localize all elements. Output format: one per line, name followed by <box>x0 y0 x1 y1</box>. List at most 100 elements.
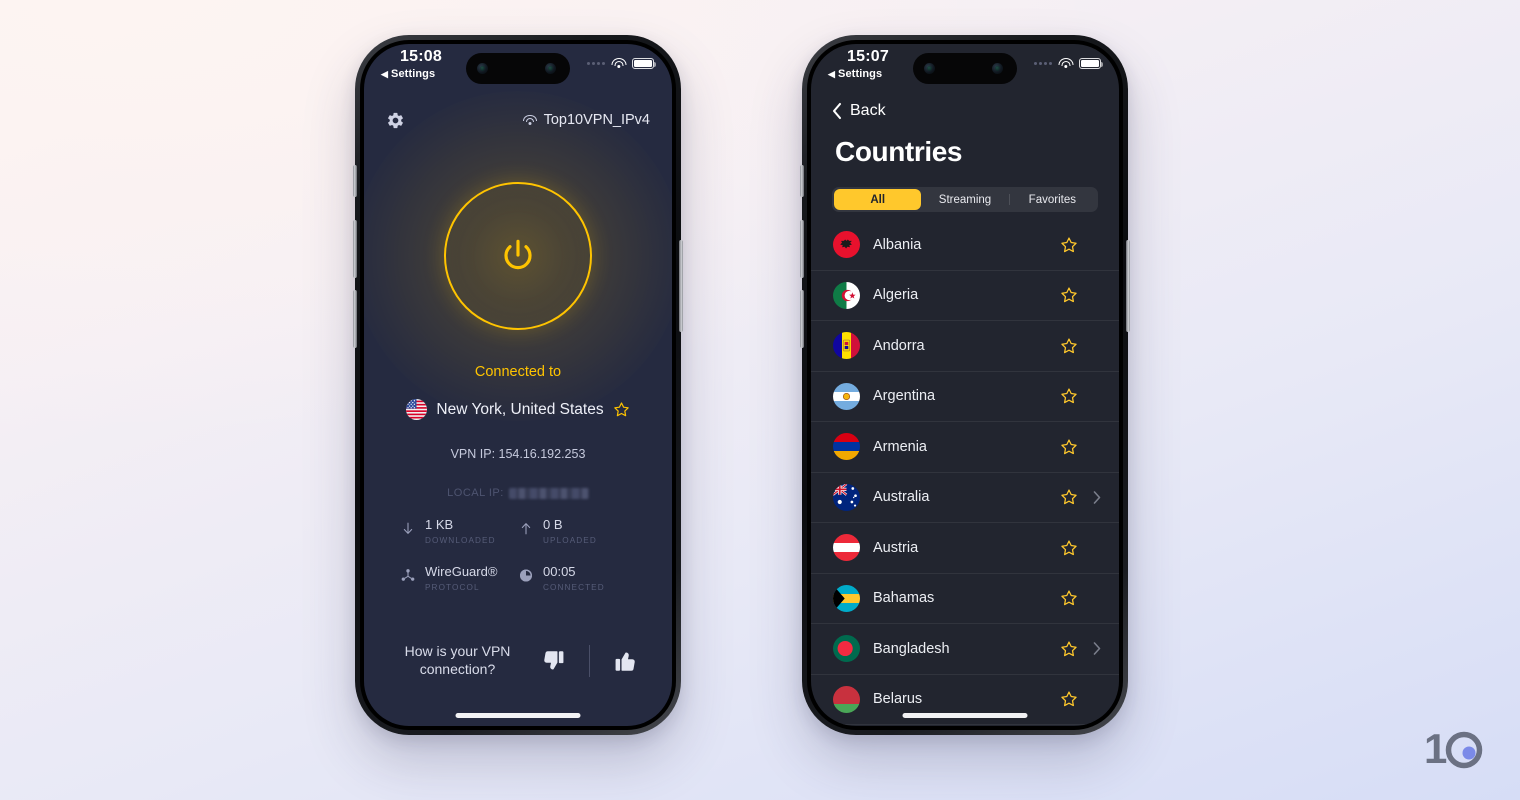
countries-screen: 15:07 ◀ Settings Back Countries All Stre… <box>811 44 1119 726</box>
gear-icon[interactable] <box>386 111 405 130</box>
back-button-label: Back <box>850 102 886 119</box>
favorite-star-icon[interactable] <box>1060 337 1078 355</box>
albania-flag-icon <box>833 231 860 259</box>
chevron-left-icon <box>832 102 842 120</box>
favorite-star-icon[interactable] <box>1060 438 1078 456</box>
phone-right-bezel: 15:07 ◀ Settings Back Countries All Stre… <box>807 40 1123 730</box>
country-name: Andorra <box>873 337 925 354</box>
connected-wifi-label: Top10VPN_IPv4 <box>522 112 650 128</box>
country-row-bangladesh[interactable]: Bangladesh <box>811 624 1119 675</box>
country-name: Austria <box>873 539 919 556</box>
andorra-flag-icon <box>833 332 860 360</box>
wifi-ssid-text: Top10VPN_IPv4 <box>543 112 650 128</box>
connection-stats: 1 KB DOWNLOADED 0 B UPLOADED WireGuard® … <box>400 517 636 612</box>
favorite-star-icon[interactable] <box>1060 539 1078 557</box>
favorite-star-icon[interactable] <box>1060 690 1078 708</box>
feedback-bar: How is your VPN connection? <box>364 643 672 679</box>
svg-text:1: 1 <box>1424 728 1447 772</box>
country-name: Bangladesh <box>873 640 950 657</box>
thumbs-up-icon[interactable] <box>612 648 638 674</box>
armenia-flag-icon <box>833 433 860 461</box>
stat-connected-value: 00:05 <box>543 563 576 579</box>
phone-left-bezel: 15:08 ◀ Settings Top10VPN_IPv4 Connected… <box>360 40 676 730</box>
country-row-armenia[interactable]: Armenia <box>811 422 1119 473</box>
back-button[interactable]: Back <box>831 102 886 120</box>
mute-switch-right[interactable] <box>800 165 804 197</box>
country-row-bahamas[interactable]: Bahamas <box>811 574 1119 624</box>
page-title: Countries <box>835 136 963 167</box>
volume-up-button-right[interactable] <box>800 220 804 278</box>
stat-connected-label: CONNECTED <box>543 582 605 592</box>
home-indicator-left[interactable] <box>455 713 581 718</box>
argentina-flag-icon <box>833 382 860 410</box>
top10vpn-logo: 1 <box>1424 728 1486 772</box>
chevron-right-icon[interactable] <box>1093 490 1101 504</box>
tab-favorites[interactable]: Favorites <box>1008 189 1096 210</box>
arrow-down-icon <box>403 522 413 534</box>
volume-up-button[interactable] <box>353 220 357 278</box>
status-back-label-right: Settings <box>838 68 883 80</box>
country-row-andorra[interactable]: Andorra <box>811 321 1119 372</box>
battery-icon-right <box>1079 58 1104 69</box>
country-row-australia[interactable]: Australia <box>811 473 1119 523</box>
favorite-star-icon[interactable] <box>1060 236 1078 254</box>
stat-downloaded-label: DOWNLOADED <box>425 535 496 545</box>
cellular-signal-icon-right <box>1034 62 1052 65</box>
country-name: Argentina <box>873 388 936 405</box>
country-name: Armenia <box>873 438 927 455</box>
status-back-to-settings[interactable]: ◀ Settings <box>381 68 435 80</box>
status-back-to-settings-right[interactable]: ◀ Settings <box>828 68 882 80</box>
favorite-star-icon[interactable] <box>1060 286 1078 304</box>
stat-protocol-label: PROTOCOL <box>425 582 480 592</box>
star-outline-icon[interactable] <box>613 401 630 418</box>
favorite-star-icon[interactable] <box>1060 488 1078 506</box>
status-time-right: 15:07 <box>847 48 889 65</box>
chevron-right-icon[interactable] <box>1093 642 1101 656</box>
arrow-up-icon <box>521 523 531 535</box>
front-camera-icon <box>545 63 556 74</box>
country-name: Australia <box>873 489 930 506</box>
country-row-algeria[interactable]: Algeria <box>811 271 1119 321</box>
austria-flag-icon <box>833 534 860 562</box>
volume-down-button[interactable] <box>353 290 357 348</box>
thumbs-down-icon[interactable] <box>541 648 567 674</box>
face-id-sensor-icon <box>477 63 488 74</box>
connected-to-label: Connected to <box>474 364 562 380</box>
power-icon <box>504 239 532 270</box>
status-back-label: Settings <box>391 68 436 80</box>
wifi-icon <box>522 114 537 126</box>
dynamic-island-right <box>913 53 1017 84</box>
australia-flag-icon <box>833 483 860 511</box>
feedback-question: How is your VPN connection? <box>404 643 511 678</box>
favorite-star-icon[interactable] <box>1060 387 1078 405</box>
dynamic-island <box>466 53 570 84</box>
current-location-row[interactable]: New York, United States <box>364 399 672 420</box>
local-ip-row: LOCAL IP: <box>364 487 672 499</box>
country-row-argentina[interactable]: Argentina <box>811 372 1119 422</box>
mute-switch[interactable] <box>353 165 357 197</box>
wifi-status-icon-right <box>1058 58 1073 69</box>
battery-icon <box>632 58 657 69</box>
countries-list[interactable]: Albania Algeria Andorra Argentina Armenia Aus… <box>811 220 1119 726</box>
feedback-buttons <box>541 645 638 678</box>
current-location-name: New York, United States <box>436 400 604 418</box>
phone-left: 15:08 ◀ Settings Top10VPN_IPv4 Connected… <box>353 35 683 735</box>
face-id-sensor-icon-right <box>924 63 935 74</box>
country-row-austria[interactable]: Austria <box>811 523 1119 574</box>
bahamas-flag-icon <box>833 584 860 612</box>
country-row-belgium[interactable] <box>811 725 1119 726</box>
vpn-power-toggle[interactable] <box>444 182 592 330</box>
favorite-star-icon[interactable] <box>1060 589 1078 607</box>
country-name: Belarus <box>873 691 923 708</box>
favorite-star-icon[interactable] <box>1060 640 1078 658</box>
tab-all[interactable]: All <box>834 189 922 210</box>
volume-down-button-right[interactable] <box>800 290 804 348</box>
stat-downloaded-value: 1 KB <box>425 517 454 532</box>
side-power-button-right[interactable] <box>1126 240 1130 332</box>
stat-downloaded: 1 KB DOWNLOADED <box>400 517 518 545</box>
page-canvas: 15:08 ◀ Settings Top10VPN_IPv4 Connected… <box>0 0 1520 800</box>
tab-streaming[interactable]: Streaming <box>921 189 1008 210</box>
side-power-button[interactable] <box>679 240 683 332</box>
home-indicator-right[interactable] <box>902 713 1028 718</box>
country-row-albania[interactable]: Albania <box>811 220 1119 271</box>
